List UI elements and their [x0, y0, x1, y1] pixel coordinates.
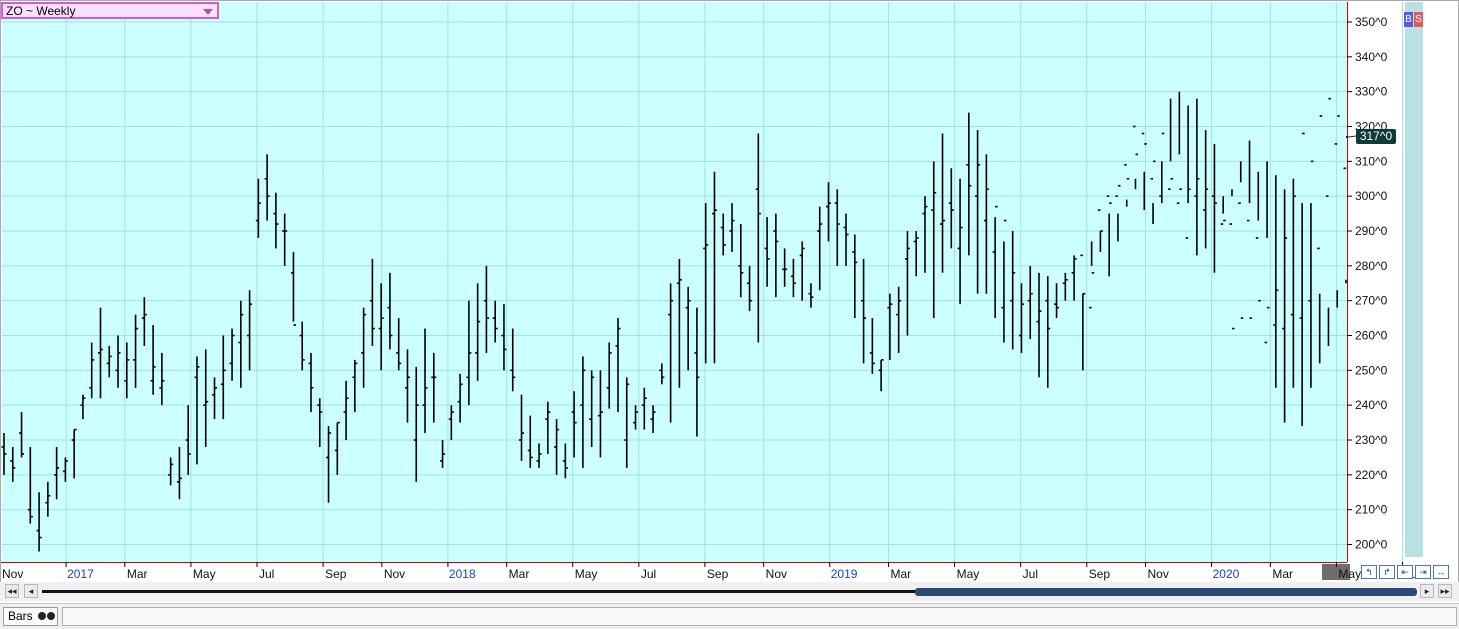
bs-column — [1405, 2, 1423, 557]
x-tick-label: 2017 — [67, 567, 94, 581]
scroll-last-icon[interactable]: ▸▸ — [1438, 584, 1452, 598]
nav-forward-icon[interactable]: ↱ — [1379, 565, 1395, 579]
y-tick-label: 270^0 — [1355, 294, 1388, 308]
symbol-selector[interactable]: ZO ~ Weekly — [1, 2, 219, 19]
horizontal-scrollbar[interactable]: ◂◂ ◂ ▸ ▸▸ — [0, 582, 1459, 601]
status-field — [62, 607, 1457, 626]
y-tick-label: 230^0 — [1355, 433, 1388, 447]
x-tick-label: May — [193, 567, 216, 581]
x-tick-label: Nov — [766, 567, 787, 581]
x-tick-label: Sep — [325, 567, 347, 581]
x-tick-label: Jul — [641, 567, 656, 581]
y-tick-label: 310^0 — [1355, 154, 1388, 168]
x-tick-label: Nov — [384, 567, 405, 581]
dropdown-arrow-icon[interactable] — [203, 9, 213, 15]
y-tick-label: 200^0 — [1355, 538, 1388, 552]
scroll-track — [42, 590, 917, 593]
y-tick-label: 240^0 — [1355, 398, 1388, 412]
x-tick-label: 2018 — [449, 567, 476, 581]
chart-type-label: Bars — [8, 609, 33, 623]
y-tick-label: 340^0 — [1355, 50, 1388, 64]
sell-marker[interactable]: S — [1414, 12, 1423, 27]
y-tick-label: 260^0 — [1355, 329, 1388, 343]
scroll-thumb[interactable] — [915, 588, 1417, 596]
y-tick-label: 250^0 — [1355, 363, 1388, 377]
glasses-icon-right — [47, 612, 55, 620]
x-tick-label: Sep — [707, 567, 729, 581]
x-tick-label: Mar — [509, 567, 530, 581]
y-tick-label: 220^0 — [1355, 468, 1388, 482]
scroll-right-icon[interactable]: ▸ — [1420, 584, 1434, 598]
zoom-in-icon[interactable]: ⇤ — [1397, 565, 1413, 579]
x-tick-label: Mar — [127, 567, 148, 581]
scroll-first-icon[interactable]: ◂◂ — [5, 584, 19, 598]
x-tick-label: Mar — [891, 567, 912, 581]
x-tick-label: Jul — [1023, 567, 1038, 581]
fit-icon[interactable]: ↔ — [1433, 565, 1449, 579]
y-tick-label: 210^0 — [1355, 503, 1388, 517]
x-tick-label: Mar — [1272, 567, 1293, 581]
y-tick-label: 350^0 — [1355, 15, 1388, 29]
price-chart[interactable]: 200^0 210^0 220^0 230^0 240^0 250^0 260^0 270^0… — [0, 0, 1459, 584]
right-margin — [1424, 2, 1459, 562]
y-tick-label: 300^0 — [1355, 189, 1388, 203]
glasses-icon — [38, 612, 46, 620]
y-tick-label: 280^0 — [1355, 259, 1388, 273]
y-tick-label: 290^0 — [1355, 224, 1388, 238]
x-tick-label: 2019 — [831, 567, 858, 581]
zoom-out-icon[interactable]: ⇥ — [1415, 565, 1431, 579]
nav-back-icon[interactable]: ↰ — [1361, 565, 1377, 579]
last-price-tag: 317^0 — [1356, 129, 1396, 144]
x-tick-label: Sep — [1089, 567, 1111, 581]
status-bar: Bars — [0, 603, 1459, 629]
x-tick-label: Nov — [2, 567, 23, 581]
scroll-left-icon[interactable]: ◂ — [24, 584, 38, 598]
y-tick-label: 330^0 — [1355, 85, 1388, 99]
x-tick-label: May — [957, 567, 980, 581]
chart-type-tab[interactable]: Bars — [3, 607, 58, 626]
symbol-label: ZO ~ Weekly — [6, 4, 76, 18]
x-tick-label: 2020 — [1213, 567, 1240, 581]
x-tick-label: Jul — [259, 567, 274, 581]
x-tick-label: Nov — [1148, 567, 1169, 581]
buy-marker[interactable]: B — [1404, 12, 1413, 27]
x-tick-label: May — [575, 567, 598, 581]
time-axis-panel — [0, 563, 1459, 583]
x-tick-label: May — [1338, 567, 1361, 581]
